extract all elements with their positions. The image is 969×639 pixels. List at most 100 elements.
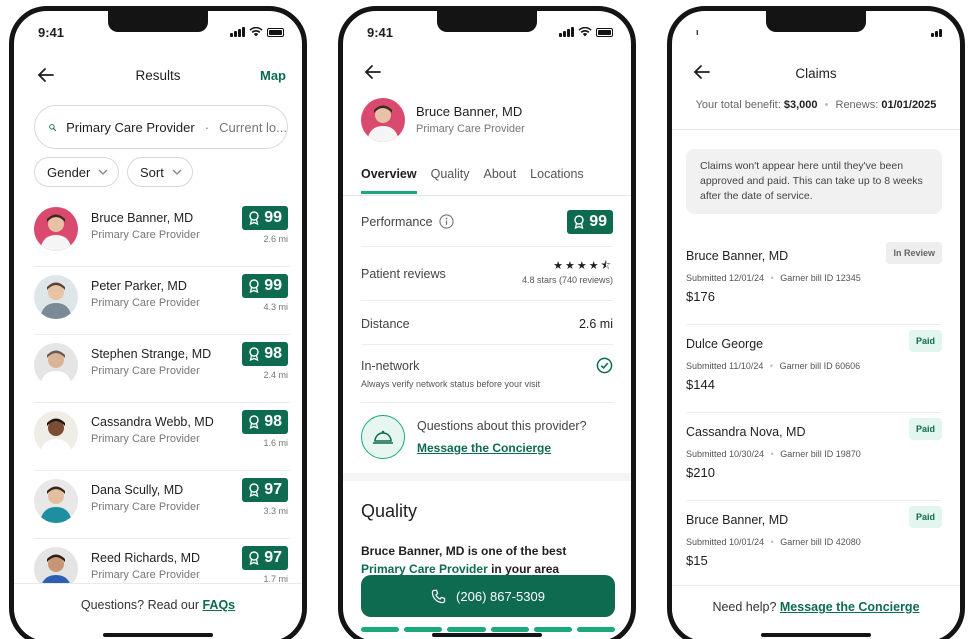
home-indicator [761, 633, 871, 637]
provider-avatar [361, 98, 405, 142]
provider-specialty: Primary Care Provider [91, 501, 200, 513]
benefit-label: Your total benefit: [695, 99, 781, 111]
provider-distance: 2.4 mi [263, 370, 288, 380]
provider-name: Reed Richards, MD [91, 551, 201, 565]
claim-submitted: Submitted 11/10/24 [686, 361, 764, 371]
tab-locations[interactable]: Locations [530, 167, 584, 181]
sort-filter[interactable]: Sort [127, 157, 193, 187]
provider-score: 99 [264, 209, 282, 226]
header-divider [672, 129, 960, 130]
search-location: Current lo... [219, 119, 287, 135]
message-concierge-link[interactable]: Message the Concierge [780, 600, 920, 614]
claim-meta-separator: • [770, 273, 774, 283]
claim-submitted: Submitted 10/30/24 [686, 449, 765, 459]
provider-distance: 1.6 mi [263, 438, 288, 448]
claim-meta-separator: • [770, 449, 774, 459]
quality-summary-lead: Bruce Banner, MD is one of the best [361, 544, 567, 558]
claim-provider-name: Cassandra Nova, MD [686, 425, 806, 439]
claim-list-item[interactable]: Cassandra Nova, MD Paid Submitted 10/30/… [686, 413, 942, 501]
quality-specialty-link[interactable]: Primary Care Provider [361, 562, 488, 576]
results-screen: 9:41 Results Map Primary Care Provider ·… [9, 6, 307, 639]
provider-avatar [34, 411, 78, 455]
renews-label: Renews: [835, 99, 879, 111]
provider-list-item[interactable]: Stephen Strange, MD Primary Care Provide… [34, 335, 290, 403]
provider-name: Stephen Strange, MD [91, 347, 212, 361]
faq-text: Questions? Read our [80, 598, 199, 612]
patient-reviews-row[interactable]: Patient reviews ★★★★⯪ 4.8 stars (740 rev… [361, 247, 613, 301]
tab-divider [343, 195, 631, 196]
search-icon [49, 123, 57, 131]
provider-list-item[interactable]: Bruce Banner, MD Primary Care Provider 9… [34, 199, 290, 267]
provider-specialty: Primary Care Provider [416, 123, 525, 135]
help-text: Need help? [712, 600, 777, 614]
claim-status-badge: Paid [908, 506, 942, 528]
award-icon [249, 211, 259, 225]
claim-list-item[interactable]: Bruce Banner, MD Paid Submitted 10/01/24… [686, 501, 942, 589]
provider-score-badge: 98 [242, 342, 288, 366]
quality-heading: Quality [361, 501, 418, 521]
call-button[interactable]: (206) 867-5309 [361, 575, 615, 617]
status-time-dot: ı [696, 27, 699, 37]
claim-provider-name: Bruce Banner, MD [686, 249, 789, 263]
provider-list-item[interactable]: Dana Scully, MD Primary Care Provider 97… [34, 471, 290, 539]
performance-label: Performance [361, 215, 433, 229]
claim-meta: Submitted 12/01/24 • Garner bill ID 1234… [686, 273, 861, 283]
provider-avatar [34, 479, 78, 523]
concierge-question: Questions about this provider? [417, 419, 587, 433]
faq-link[interactable]: FAQs [202, 598, 235, 612]
provider-name: Peter Parker, MD [91, 279, 187, 293]
map-button[interactable]: Map [260, 68, 286, 83]
claim-meta: Submitted 10/01/24 • Garner bill ID 4208… [686, 537, 861, 547]
search-input[interactable]: Primary Care Provider · Current lo... [34, 105, 288, 149]
provider-score: 99 [264, 277, 282, 294]
claims-notice: Claims won't appear here until they've b… [686, 149, 942, 214]
claims-screen: ı Claims Your total benefit: $3,000 • Re… [667, 6, 965, 639]
award-icon [574, 215, 584, 229]
in-network-label: In-network [361, 359, 420, 373]
claim-bill-id: Garner bill ID 42080 [780, 537, 861, 547]
claim-list-item[interactable]: Bruce Banner, MD In Review Submitted 12/… [686, 237, 942, 325]
page-title: Claims [795, 66, 837, 81]
tab-quality[interactable]: Quality [431, 167, 470, 181]
award-icon [249, 279, 259, 293]
back-arrow-icon[interactable] [363, 62, 383, 82]
info-icon[interactable] [439, 214, 454, 229]
claim-meta-separator: • [769, 361, 774, 371]
in-network-row: In-network Always verify network status … [361, 345, 613, 403]
check-circle-icon [596, 357, 613, 374]
provider-score-badge: 99 [242, 274, 288, 298]
provider-distance: 2.6 mi [263, 234, 288, 244]
gender-filter[interactable]: Gender [34, 157, 120, 187]
claim-status-badge: Paid [908, 330, 942, 352]
section-separator [343, 473, 631, 481]
provider-score-badge: 99 [242, 206, 288, 230]
signal-icon [230, 27, 245, 37]
provider-list-item[interactable]: Peter Parker, MD Primary Care Provider 9… [34, 267, 290, 335]
call-button-label: (206) 867-5309 [456, 588, 545, 604]
concierge-avatar [361, 415, 405, 459]
phone-notch [108, 11, 208, 32]
battery-icon [267, 27, 284, 37]
claim-list-item[interactable]: Dulce George Paid Submitted 11/10/24 • G… [686, 325, 942, 413]
claim-provider-name: Bruce Banner, MD [686, 513, 789, 527]
bell-icon [373, 430, 393, 444]
claim-meta: Submitted 10/30/24 • Garner bill ID 1987… [686, 449, 861, 459]
provider-name: Bruce Banner, MD [91, 211, 194, 225]
provider-score: 97 [264, 549, 282, 566]
benefit-summary: Your total benefit: $3,000 • Renews: 01/… [672, 99, 960, 111]
phone-icon [431, 589, 446, 603]
provider-specialty: Primary Care Provider [91, 569, 200, 581]
provider-list-item[interactable]: Cassandra Webb, MD Primary Care Provider… [34, 403, 290, 471]
claim-status-badge: Paid [908, 418, 942, 440]
reviews-label: Patient reviews [361, 267, 446, 281]
page-progress [361, 627, 616, 632]
performance-score-badge: 99 [567, 210, 613, 234]
claim-bill-id: Garner bill ID 19870 [780, 449, 861, 459]
tab-about[interactable]: About [484, 167, 517, 181]
message-concierge-link[interactable]: Message the Concierge [417, 441, 551, 455]
page-title: Results [135, 68, 181, 83]
tab-overview[interactable]: Overview [361, 167, 417, 194]
help-footer: Need help? Message the Concierge [672, 585, 960, 639]
battery-icon [596, 27, 613, 37]
benefit-separator: • [824, 99, 829, 111]
